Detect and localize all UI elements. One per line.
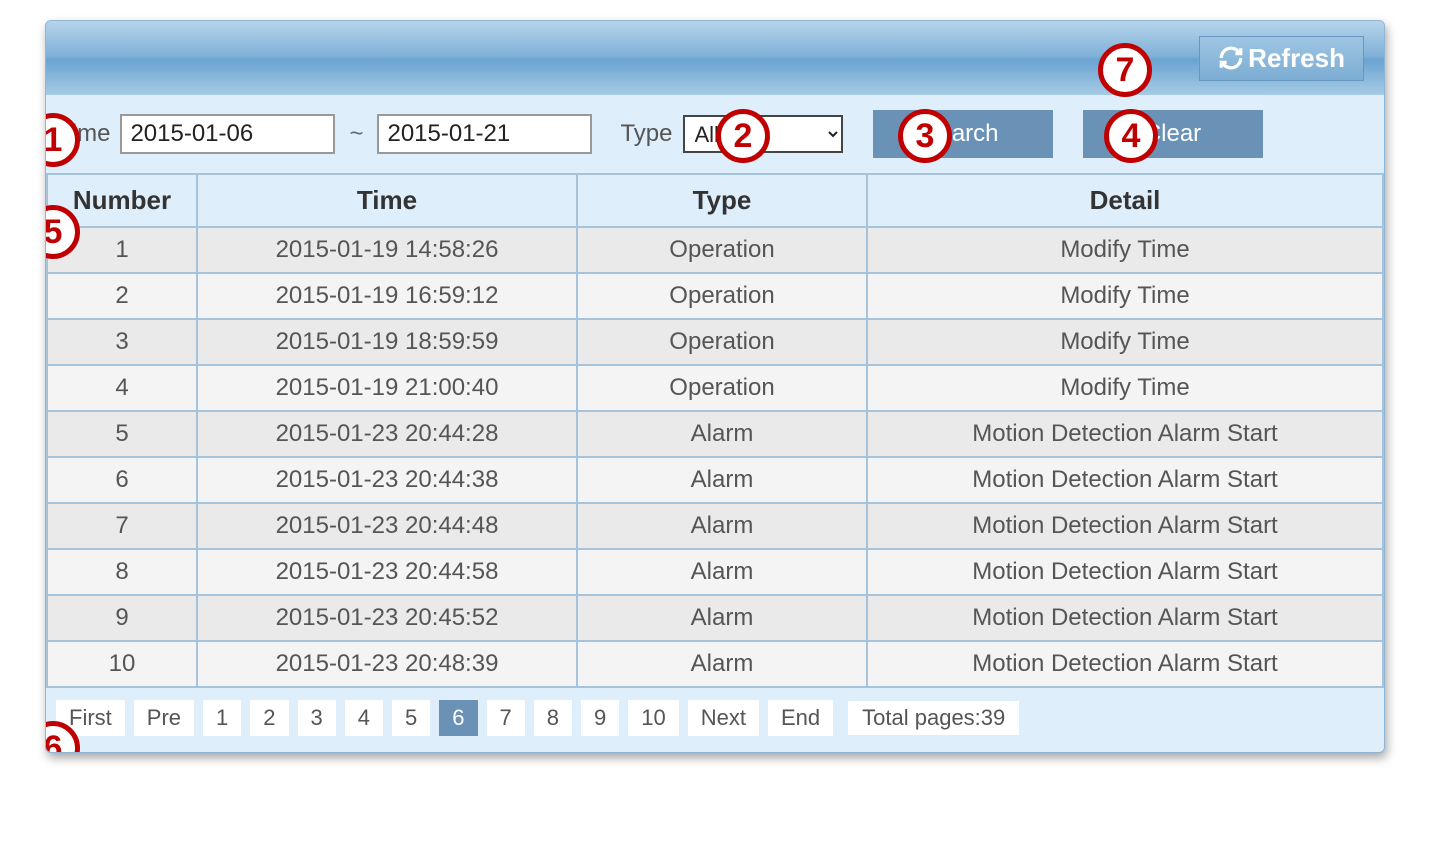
page-end[interactable]: End	[768, 700, 833, 736]
page-number-8[interactable]: 8	[534, 700, 572, 736]
cell-type: Alarm	[577, 549, 867, 595]
page-number-9[interactable]: 9	[581, 700, 619, 736]
cell-time: 2015-01-19 18:59:59	[197, 319, 577, 365]
page-number-10[interactable]: 10	[628, 700, 678, 736]
col-header-type: Type	[577, 174, 867, 227]
cell-type: Alarm	[577, 503, 867, 549]
total-pages: Total pages:39	[848, 701, 1019, 735]
cell-type: Alarm	[577, 411, 867, 457]
page-number-7[interactable]: 7	[487, 700, 525, 736]
cell-number: 4	[47, 365, 197, 411]
table-row: 12015-01-19 14:58:26OperationModify Time	[47, 227, 1383, 273]
cell-detail: Motion Detection Alarm Start	[867, 411, 1383, 457]
refresh-label: Refresh	[1248, 43, 1345, 74]
cell-detail: Motion Detection Alarm Start	[867, 549, 1383, 595]
pagination-bar: First Pre 12345678910 Next End Total pag…	[46, 688, 1384, 752]
cell-detail: Modify Time	[867, 319, 1383, 365]
refresh-icon	[1218, 45, 1244, 71]
page-number-1[interactable]: 1	[203, 700, 241, 736]
table-row: 52015-01-23 20:44:28AlarmMotion Detectio…	[47, 411, 1383, 457]
log-table-wrap: Number Time Type Detail 12015-01-19 14:5…	[46, 173, 1384, 688]
cell-time: 2015-01-23 20:48:39	[197, 641, 577, 687]
cell-time: 2015-01-23 20:44:48	[197, 503, 577, 549]
cell-time: 2015-01-19 21:00:40	[197, 365, 577, 411]
table-row: 22015-01-19 16:59:12OperationModify Time	[47, 273, 1383, 319]
date-separator: ~	[345, 120, 367, 148]
table-row: 32015-01-19 18:59:59OperationModify Time	[47, 319, 1383, 365]
page-pre[interactable]: Pre	[134, 700, 194, 736]
table-row: 62015-01-23 20:44:38AlarmMotion Detectio…	[47, 457, 1383, 503]
cell-type: Operation	[577, 273, 867, 319]
table-row: 102015-01-23 20:48:39AlarmMotion Detecti…	[47, 641, 1383, 687]
cell-detail: Motion Detection Alarm Start	[867, 457, 1383, 503]
callout-7: 7	[1098, 43, 1152, 97]
cell-type: Alarm	[577, 595, 867, 641]
cell-number: 10	[47, 641, 197, 687]
type-label: Type	[620, 120, 672, 148]
page-number-3[interactable]: 3	[298, 700, 336, 736]
page-number-5[interactable]: 5	[392, 700, 430, 736]
refresh-button[interactable]: Refresh	[1199, 36, 1364, 81]
callout-2: 2	[716, 109, 770, 163]
cell-number: 7	[47, 503, 197, 549]
cell-detail: Modify Time	[867, 227, 1383, 273]
callout-4: 4	[1104, 109, 1158, 163]
cell-number: 2	[47, 273, 197, 319]
cell-detail: Motion Detection Alarm Start	[867, 503, 1383, 549]
cell-detail: Modify Time	[867, 273, 1383, 319]
cell-type: Operation	[577, 319, 867, 365]
table-row: 42015-01-19 21:00:40OperationModify Time	[47, 365, 1383, 411]
cell-detail: Modify Time	[867, 365, 1383, 411]
cell-time: 2015-01-23 20:44:28	[197, 411, 577, 457]
col-header-time: Time	[197, 174, 577, 227]
cell-number: 8	[47, 549, 197, 595]
cell-number: 6	[47, 457, 197, 503]
table-row: 92015-01-23 20:45:52AlarmMotion Detectio…	[47, 595, 1383, 641]
header-bar: Refresh	[46, 21, 1384, 95]
table-row: 82015-01-23 20:44:58AlarmMotion Detectio…	[47, 549, 1383, 595]
cell-time: 2015-01-23 20:45:52	[197, 595, 577, 641]
cell-time: 2015-01-19 16:59:12	[197, 273, 577, 319]
cell-time: 2015-01-23 20:44:38	[197, 457, 577, 503]
page-next[interactable]: Next	[688, 700, 759, 736]
total-pages-value: 39	[981, 705, 1005, 730]
cell-number: 5	[47, 411, 197, 457]
page-number-4[interactable]: 4	[345, 700, 383, 736]
table-row: 72015-01-23 20:44:48AlarmMotion Detectio…	[47, 503, 1383, 549]
cell-type: Alarm	[577, 457, 867, 503]
filter-bar: Time ~ Type All search Clear	[46, 95, 1384, 173]
callout-3: 3	[898, 109, 952, 163]
page-number-6[interactable]: 6	[439, 700, 477, 736]
page-number-2[interactable]: 2	[250, 700, 288, 736]
cell-time: 2015-01-19 14:58:26	[197, 227, 577, 273]
date-to-input[interactable]	[377, 114, 592, 154]
cell-type: Alarm	[577, 641, 867, 687]
total-pages-label: Total pages:	[862, 705, 981, 730]
cell-number: 3	[47, 319, 197, 365]
date-from-input[interactable]	[120, 114, 335, 154]
cell-type: Operation	[577, 365, 867, 411]
col-header-detail: Detail	[867, 174, 1383, 227]
cell-detail: Motion Detection Alarm Start	[867, 595, 1383, 641]
cell-time: 2015-01-23 20:44:58	[197, 549, 577, 595]
cell-number: 9	[47, 595, 197, 641]
cell-detail: Motion Detection Alarm Start	[867, 641, 1383, 687]
cell-type: Operation	[577, 227, 867, 273]
log-table: Number Time Type Detail 12015-01-19 14:5…	[46, 173, 1384, 688]
log-panel: Refresh Time ~ Type All search Clear Num…	[45, 20, 1385, 753]
